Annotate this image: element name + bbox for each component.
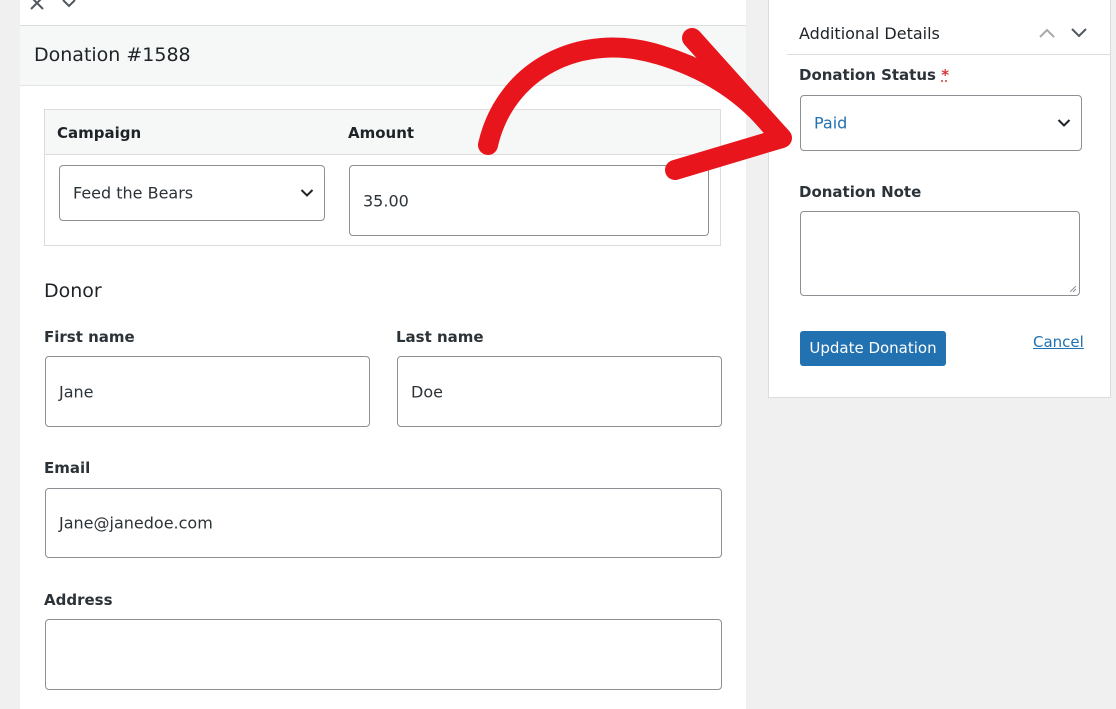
campaign-column-header: Campaign <box>57 124 142 142</box>
last-name-value: Doe <box>411 382 443 401</box>
email-label: Email <box>44 459 91 477</box>
chevron-down-icon <box>300 189 314 197</box>
donation-status-label-text: Donation Status <box>799 66 936 84</box>
donation-note-textarea[interactable] <box>800 211 1080 296</box>
amount-input[interactable]: 35.00 <box>349 165 709 236</box>
panel-controls <box>1038 26 1088 40</box>
amount-input-value: 35.00 <box>363 191 409 210</box>
donation-note-label: Donation Note <box>799 183 922 201</box>
donation-status-label: Donation Status * <box>799 66 949 84</box>
amount-column-header: Amount <box>348 124 415 142</box>
resize-handle-icon[interactable] <box>1070 286 1076 292</box>
close-icon[interactable] <box>28 0 46 12</box>
panel-top-controls <box>28 0 78 12</box>
chevron-down-icon <box>1057 119 1071 127</box>
campaign-table-header: Campaign Amount <box>45 110 720 155</box>
last-name-label: Last name <box>396 328 484 346</box>
page-title: Donation #1588 <box>34 44 191 66</box>
additional-details-title: Additional Details <box>799 24 940 43</box>
address-label: Address <box>44 591 113 609</box>
email-field[interactable]: Jane@janedoe.com <box>45 488 722 558</box>
donor-section-title: Donor <box>44 280 102 302</box>
divider <box>787 54 1110 55</box>
address-field[interactable] <box>45 619 722 690</box>
additional-details-panel: Additional Details Donation Status * Pai… <box>768 0 1111 398</box>
last-name-field[interactable]: Doe <box>397 356 722 427</box>
chevron-down-icon[interactable] <box>1070 26 1088 40</box>
campaign-select[interactable]: Feed the Bears <box>59 165 325 221</box>
first-name-field[interactable]: Jane <box>45 356 370 427</box>
first-name-label: First name <box>44 328 135 346</box>
update-donation-button[interactable]: Update Donation <box>800 331 946 366</box>
cancel-link[interactable]: Cancel <box>1033 333 1084 351</box>
chevron-down-icon[interactable] <box>60 0 78 12</box>
panel-header: Donation #1588 <box>20 25 746 86</box>
campaign-table: Campaign Amount Feed the Bears 35.00 <box>44 109 721 246</box>
donation-status-value: Paid <box>814 113 848 133</box>
donation-status-select[interactable]: Paid <box>800 95 1082 151</box>
chevron-up-icon[interactable] <box>1038 26 1056 40</box>
campaign-select-value: Feed the Bears <box>73 183 194 203</box>
required-marker: * <box>941 66 950 84</box>
email-value: Jane@janedoe.com <box>59 513 213 533</box>
donation-edit-panel: Donation #1588 Campaign Amount Feed the … <box>20 0 746 709</box>
first-name-value: Jane <box>59 382 94 401</box>
